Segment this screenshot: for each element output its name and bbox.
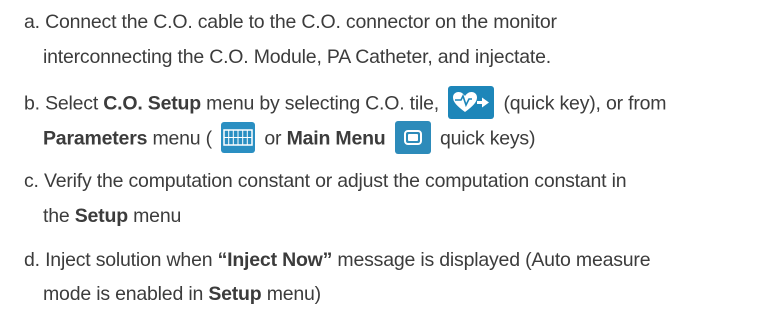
step-b-quick-keys-note: quick keys)	[434, 127, 536, 150]
step-d-line-1: d. Inject solution when “Inject Now” mes…	[24, 246, 651, 274]
main-menu-icon	[394, 121, 431, 154]
step-c-line-2: the Setup menu	[43, 202, 181, 230]
step-a-line-1: a. Connect the C.O. cable to the C.O. co…	[24, 8, 557, 36]
step-d-line2-suffix: menu)	[261, 283, 321, 305]
step-c-line-1: c. Verify the computation constant or ad…	[24, 167, 627, 195]
step-a-line-2: interconnecting the C.O. Module, PA Cath…	[43, 43, 551, 71]
step-d-line2-prefix: mode is enabled in	[43, 283, 209, 305]
co-setup-menu-label: C.O. Setup	[103, 92, 201, 115]
step-b-quick-key-note: (quick key), or from	[498, 92, 667, 115]
step-d-line-2: mode is enabled in Setup menu)	[43, 280, 321, 308]
step-d-prefix: d. Inject solution when	[24, 249, 218, 271]
parameters-menu-label: Parameters	[43, 127, 148, 150]
step-d-suffix: message is displayed (Auto measure	[332, 249, 651, 271]
step-a-text-1: a. Connect the C.O. cable to the C.O. co…	[24, 11, 557, 33]
inject-now-message: “Inject Now”	[217, 249, 333, 271]
step-b-menu-text: menu (	[147, 127, 212, 150]
step-b-line-1: b. Select C.O. Setup menu by selecting C…	[24, 86, 667, 121]
step-c-text-1: c. Verify the computation constant or ad…	[24, 170, 627, 192]
step-a-text-2: interconnecting the C.O. Module, PA Cath…	[43, 46, 551, 68]
parameters-grid-icon	[221, 122, 256, 153]
step-b-prefix: b. Select	[24, 92, 104, 115]
step-b-line-2: Parameters menu ( or Main Menu quick key…	[43, 121, 536, 156]
procedure-steps: a. Connect the C.O. cable to the C.O. co…	[0, 0, 778, 309]
step-b-or: or	[259, 127, 287, 150]
heart-arrow-icon	[448, 86, 495, 119]
main-menu-label: Main Menu	[286, 127, 386, 150]
step-c-prefix: the	[43, 205, 75, 227]
step-c-suffix: menu	[127, 205, 182, 227]
setup-menu-label: Setup	[74, 205, 128, 227]
setup-menu-label-2: Setup	[208, 283, 262, 305]
step-b-mid: menu by selecting C.O. tile,	[200, 92, 440, 115]
